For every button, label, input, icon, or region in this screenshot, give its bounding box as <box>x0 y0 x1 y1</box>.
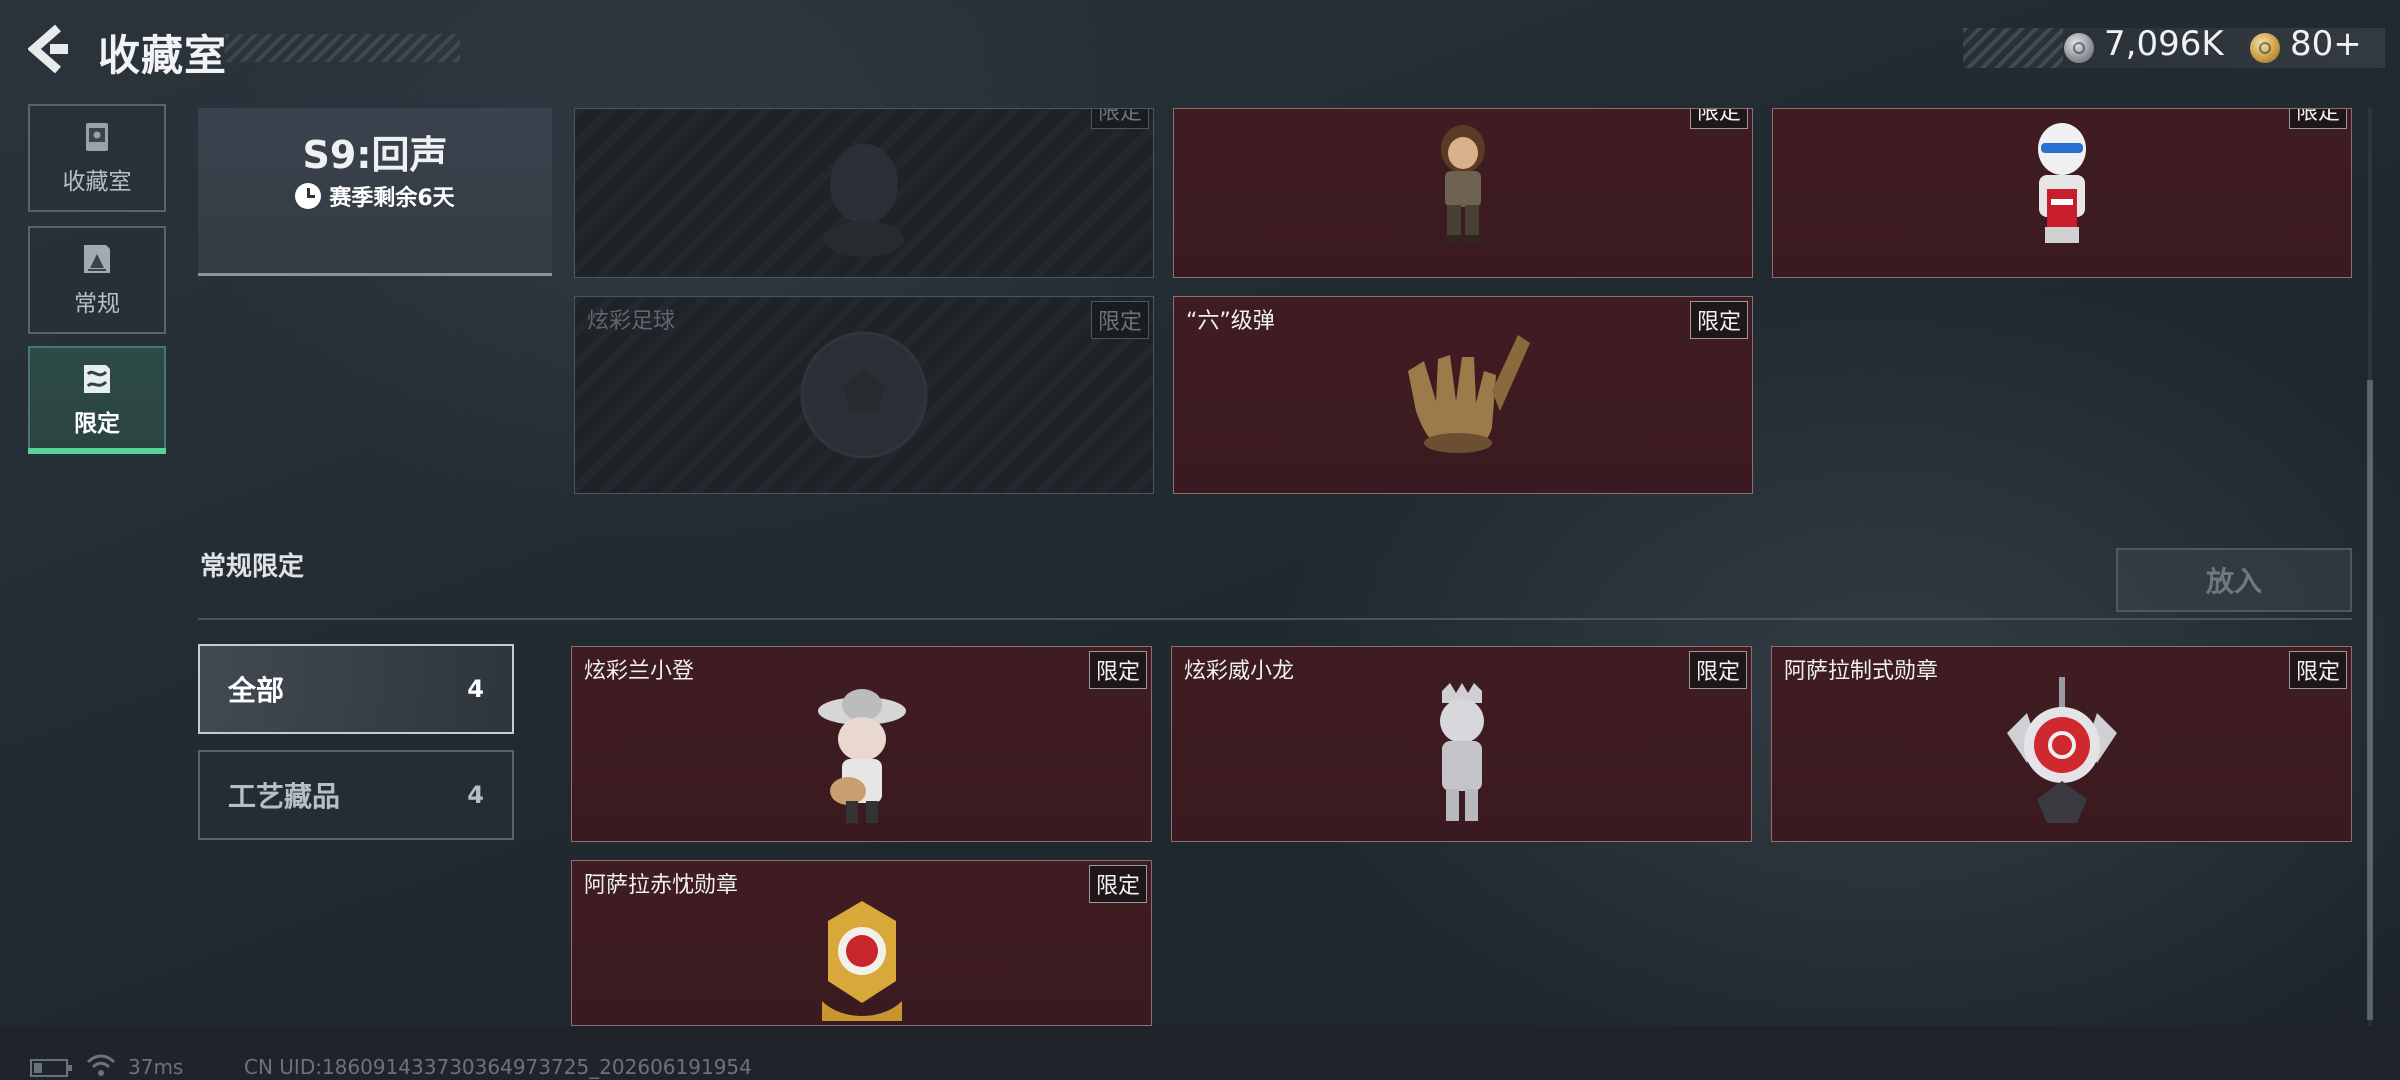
limited-badge: 限定 <box>2288 651 2347 689</box>
limited-badge: 限定 <box>1088 865 1147 903</box>
wifi-icon <box>86 1054 116 1076</box>
nav-item-regular[interactable]: 常规 <box>28 226 166 334</box>
collection-card-mariachi[interactable]: 炫彩兰小登 限定 <box>571 646 1152 842</box>
gold-currency-value: 80+ <box>2290 24 2362 64</box>
gold-coin-icon <box>2250 33 2280 63</box>
filter-count: 4 <box>467 781 484 809</box>
ping-indicator: 37ms <box>128 1055 184 1079</box>
limited-badge: 限定 <box>1090 301 1149 339</box>
put-in-button[interactable]: 放入 <box>2116 548 2352 612</box>
mariachi-figurine <box>817 689 906 823</box>
silhouette-icon <box>824 144 904 257</box>
collection-card-shaka[interactable]: “六”级弹 限定 <box>1173 296 1753 494</box>
season-remaining-text: 赛季剩余6天 <box>329 186 455 211</box>
currency-decoration <box>1963 28 2063 68</box>
scrollbar-thumb[interactable] <box>2367 380 2373 1020</box>
section-title: 常规限定 <box>200 552 305 582</box>
shaka-hand-sculpture <box>1408 335 1530 453</box>
clock-icon <box>295 183 322 209</box>
battery-icon <box>30 1059 72 1077</box>
page-title: 收藏室 <box>98 31 228 80</box>
adventurer-figurine <box>1441 125 1485 243</box>
football-icon <box>800 331 928 459</box>
collection-cabinet-icon <box>86 123 108 151</box>
back-button[interactable] <box>27 24 72 74</box>
active-tab-indicator <box>28 448 166 454</box>
red-medal <box>2006 677 2117 823</box>
kfc-colonel-figurine <box>2038 123 2086 243</box>
filter-label: 工艺藏品 <box>228 780 341 813</box>
item-name: 炫彩兰小登 <box>584 659 695 684</box>
limited-frame-icon <box>84 365 110 393</box>
season-title: S9:回声 <box>302 133 448 177</box>
section-divider <box>198 618 2352 620</box>
regular-frame-icon <box>84 245 110 273</box>
collection-card[interactable]: 限定 <box>574 108 1154 278</box>
collection-card-red-medal[interactable]: 阿萨拉制式勋章 限定 <box>1771 646 2352 842</box>
user-uid: CN UID:186091433730364973725_20260619195… <box>244 1055 752 1079</box>
nav-item-collection[interactable]: 收藏室 <box>28 104 166 212</box>
item-name: 阿萨拉赤忱勋章 <box>584 873 739 898</box>
item-name: 炫彩威小龙 <box>1184 659 1295 684</box>
gold-medal <box>821 901 902 1021</box>
collection-card[interactable]: 限定 <box>1173 108 1753 278</box>
collection-card-silver-dragon[interactable]: 炫彩威小龙 限定 <box>1171 646 1752 842</box>
collection-card-gold-medal[interactable]: 阿萨拉赤忱勋章 限定 <box>571 860 1152 1026</box>
filter-label: 全部 <box>228 674 285 707</box>
filter-craft-collectibles[interactable]: 工艺藏品 4 <box>198 750 514 840</box>
limited-badge: 限定 <box>1090 109 1149 129</box>
limited-badge: 限定 <box>1088 651 1147 689</box>
filter-all[interactable]: 全部 4 <box>198 644 514 734</box>
filter-count: 4 <box>467 675 484 703</box>
nav-label: 常规 <box>74 291 120 317</box>
nav-item-limited[interactable]: 限定 <box>28 346 166 454</box>
collection-card-football[interactable]: 炫彩足球 限定 <box>574 296 1154 494</box>
nav-label: 收藏室 <box>62 169 132 195</box>
nav-label: 限定 <box>74 411 120 437</box>
season-card[interactable]: S9:回声 赛季剩余6天 <box>198 108 552 276</box>
title-decoration <box>225 34 460 62</box>
item-name: “六”级弹 <box>1186 309 1275 334</box>
limited-badge: 限定 <box>2288 109 2347 129</box>
season-remaining: 赛季剩余6天 <box>198 180 552 212</box>
collection-card[interactable]: 限定 <box>1772 108 2352 278</box>
limited-badge: 限定 <box>1688 651 1747 689</box>
silver-coin-icon <box>2064 33 2094 63</box>
silver-dragon-figurine <box>1439 683 1484 821</box>
silver-currency-value: 7,096K <box>2104 24 2224 64</box>
item-name: 炫彩足球 <box>587 309 676 334</box>
limited-badge: 限定 <box>1689 109 1748 129</box>
limited-badge: 限定 <box>1689 301 1748 339</box>
item-name: 阿萨拉制式勋章 <box>1784 659 1939 684</box>
back-arrow-icon <box>27 24 68 74</box>
